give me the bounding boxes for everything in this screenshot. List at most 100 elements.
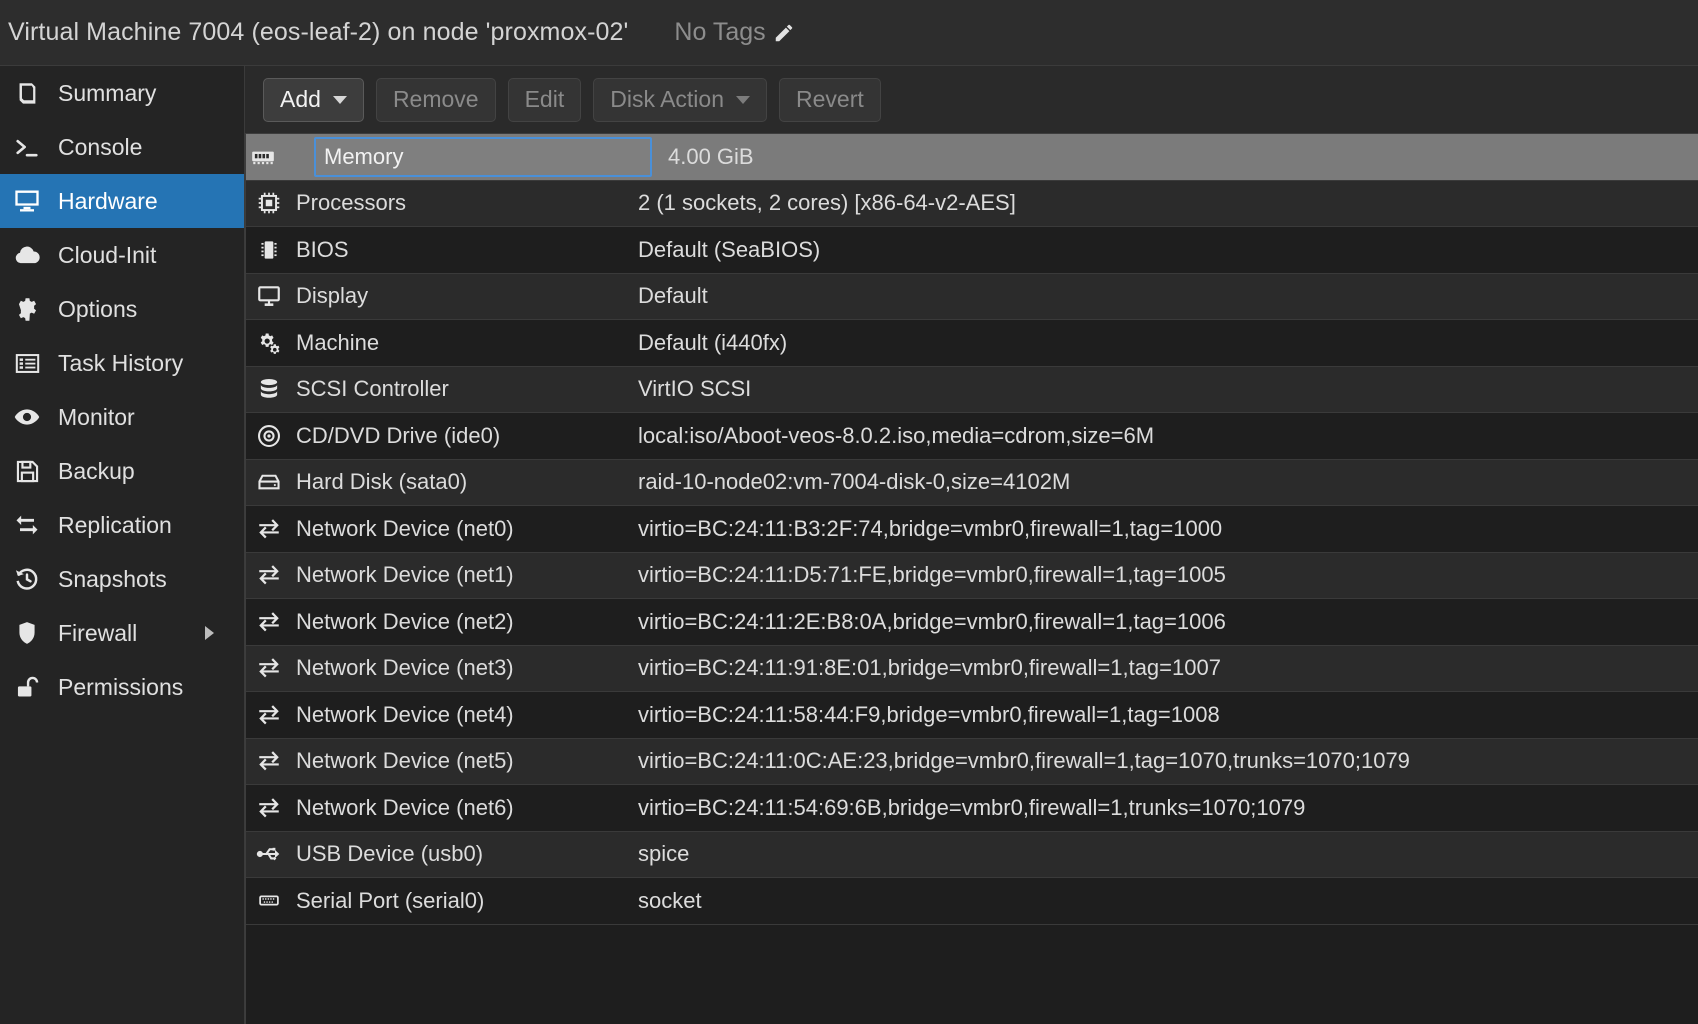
row-value: local:iso/Aboot-veos-8.0.2.iso,media=cdr…: [638, 422, 1155, 448]
pencil-icon[interactable]: [773, 22, 795, 44]
chevron-down-icon: [736, 95, 750, 104]
sidebar-item-backup[interactable]: Backup: [0, 444, 244, 498]
table-row[interactable]: SCSI Controller VirtIO SCSI: [246, 366, 1698, 413]
sidebar-item-monitor[interactable]: Monitor: [0, 390, 244, 444]
table-row[interactable]: Display Default: [246, 273, 1698, 320]
row-name: Memory: [324, 143, 404, 169]
edit-button-label: Edit: [524, 86, 565, 112]
disk-action-button[interactable]: Disk Action: [593, 77, 767, 122]
remove-button[interactable]: Remove: [375, 77, 496, 122]
tags-area[interactable]: No Tags: [674, 18, 794, 47]
table-row[interactable]: Hard Disk (sata0) raid-10-node02:vm-7004-…: [246, 459, 1698, 506]
table-row[interactable]: Network Device (net5) virtio=BC:24:11:0C:…: [246, 738, 1698, 785]
table-row[interactable]: Serial Port (serial0) socket: [246, 878, 1698, 925]
network-icon: [256, 516, 282, 542]
tags-label: No Tags: [674, 18, 766, 46]
row-name: Network Device (net4): [296, 701, 514, 727]
row-name: Machine: [296, 329, 380, 355]
disk-action-button-label: Disk Action: [610, 86, 724, 112]
sidebar-item-label: Task History: [58, 349, 184, 376]
row-name: Network Device (net1): [296, 562, 514, 588]
row-name: Network Device (net5): [296, 748, 514, 774]
hardware-table: Memory 4.00 GiB Processors 2 (1 sockets, 2 …: [245, 134, 1698, 1024]
table-row[interactable]: USB Device (usb0) spice: [246, 831, 1698, 878]
row-name-cell[interactable]: Hard Disk (sata0): [246, 460, 634, 506]
network-icon: [256, 609, 282, 635]
row-value: Default (SeaBIOS): [638, 236, 821, 262]
row-name-cell[interactable]: USB Device (usb0): [246, 832, 634, 878]
sidebar-item-permissions[interactable]: Permissions: [0, 660, 244, 714]
row-value: Default (i440fx): [638, 329, 788, 355]
table-row[interactable]: Network Device (net1) virtio=BC:24:11:D5:…: [246, 552, 1698, 599]
cpu-icon: [256, 190, 282, 216]
sidebar-item-label: Options: [58, 295, 138, 322]
row-value: virtio=BC:24:11:2E:B8:0A,bridge=vmbr0,fi…: [638, 608, 1226, 634]
table-row[interactable]: Network Device (net4) virtio=BC:24:11:58:…: [246, 692, 1698, 739]
sidebar-item-cloud-init[interactable]: Cloud-Init: [0, 228, 244, 282]
row-name-cell[interactable]: Network Device (net4): [246, 692, 634, 738]
table-row[interactable]: Processors 2 (1 sockets, 2 cores) [x86-64…: [246, 180, 1698, 227]
sidebar-item-console[interactable]: Console: [0, 120, 244, 174]
serial-icon: [256, 888, 282, 914]
proxmox-vm-hardware-page: Virtual Machine 7004 (eos-leaf-2) on nod…: [0, 0, 1698, 1024]
gears-icon: [256, 330, 282, 356]
sidebar-item-options[interactable]: Options: [0, 282, 244, 336]
row-value: virtio=BC:24:11:0C:AE:23,bridge=vmbr0,fi…: [638, 748, 1410, 774]
chevron-right-icon: [205, 626, 214, 640]
row-value: socket: [638, 887, 702, 913]
table-row[interactable]: Network Device (net3) virtio=BC:24:11:91:…: [246, 645, 1698, 692]
add-button[interactable]: Add: [263, 77, 364, 122]
row-name-cell[interactable]: Processors: [246, 181, 634, 227]
row-name: Serial Port (serial0): [296, 887, 485, 913]
sidebar-item-label: Firewall: [58, 619, 138, 646]
row-name-cell[interactable]: Network Device (net3): [246, 646, 634, 692]
row-name-cell[interactable]: Memory: [314, 136, 652, 177]
remove-button-label: Remove: [392, 86, 479, 112]
row-name-cell[interactable]: Network Device (net6): [246, 785, 634, 831]
row-name-cell[interactable]: SCSI Controller: [246, 367, 634, 413]
sidebar-item-firewall[interactable]: Firewall: [0, 606, 244, 660]
unlock-icon: [12, 672, 42, 702]
disc-icon: [256, 423, 282, 449]
row-name-cell[interactable]: Network Device (net1): [246, 553, 634, 599]
row-name: Network Device (net6): [296, 794, 514, 820]
sidebar-item-hardware[interactable]: Hardware: [0, 174, 244, 228]
row-name-cell[interactable]: Serial Port (serial0): [246, 878, 634, 924]
row-name-cell[interactable]: Network Device (net0): [246, 506, 634, 552]
sidebar-item-replication[interactable]: Replication: [0, 498, 244, 552]
table-row[interactable]: Network Device (net2) virtio=BC:24:11:2E:…: [246, 599, 1698, 646]
bios-icon: [256, 237, 282, 263]
display-icon: [256, 283, 282, 309]
usb-icon: [256, 841, 282, 867]
table-row[interactable]: Memory 4.00 GiB: [246, 134, 1698, 181]
row-name: Hard Disk (sata0): [296, 469, 468, 495]
row-value: virtio=BC:24:11:58:44:F9,bridge=vmbr0,fi…: [638, 701, 1220, 727]
table-row[interactable]: Network Device (net0) virtio=BC:24:11:B3:…: [246, 506, 1698, 553]
sidebar-item-snapshots[interactable]: Snapshots: [0, 552, 244, 606]
row-name-cell[interactable]: Display: [246, 274, 634, 320]
page-title: Virtual Machine 7004 (eos-leaf-2) on nod…: [8, 18, 629, 46]
edit-button[interactable]: Edit: [507, 77, 582, 122]
table-row[interactable]: CD/DVD Drive (ide0) local:iso/Aboot-veos-…: [246, 413, 1698, 460]
network-icon: [256, 702, 282, 728]
row-name-cell[interactable]: Network Device (net2): [246, 599, 634, 645]
table-row[interactable]: Network Device (net6) virtio=BC:24:11:54:…: [246, 785, 1698, 832]
row-value: virtio=BC:24:11:91:8E:01,bridge=vmbr0,fi…: [638, 655, 1221, 681]
row-name-cell[interactable]: BIOS: [246, 227, 634, 273]
monitor-icon: [12, 186, 42, 216]
row-name-cell[interactable]: Network Device (net5): [246, 739, 634, 785]
row-value: raid-10-node02:vm-7004-disk-0,size=4102M: [638, 469, 1071, 495]
table-row[interactable]: BIOS Default (SeaBIOS): [246, 227, 1698, 274]
row-name: SCSI Controller: [296, 376, 449, 402]
row-value: virtio=BC:24:11:54:69:6B,bridge=vmbr0,fi…: [638, 794, 1306, 820]
row-name-cell[interactable]: CD/DVD Drive (ide0): [246, 413, 634, 459]
row-name-cell[interactable]: Machine: [246, 320, 634, 366]
row-value: VirtIO SCSI: [638, 376, 752, 402]
table-row[interactable]: Machine Default (i440fx): [246, 320, 1698, 367]
floppy-icon: [12, 456, 42, 486]
cloud-icon: [12, 240, 42, 270]
sidebar-item-summary[interactable]: Summary: [0, 66, 244, 120]
gear-icon: [12, 294, 42, 324]
revert-button[interactable]: Revert: [779, 77, 881, 122]
sidebar-item-task-history[interactable]: Task History: [0, 336, 244, 390]
